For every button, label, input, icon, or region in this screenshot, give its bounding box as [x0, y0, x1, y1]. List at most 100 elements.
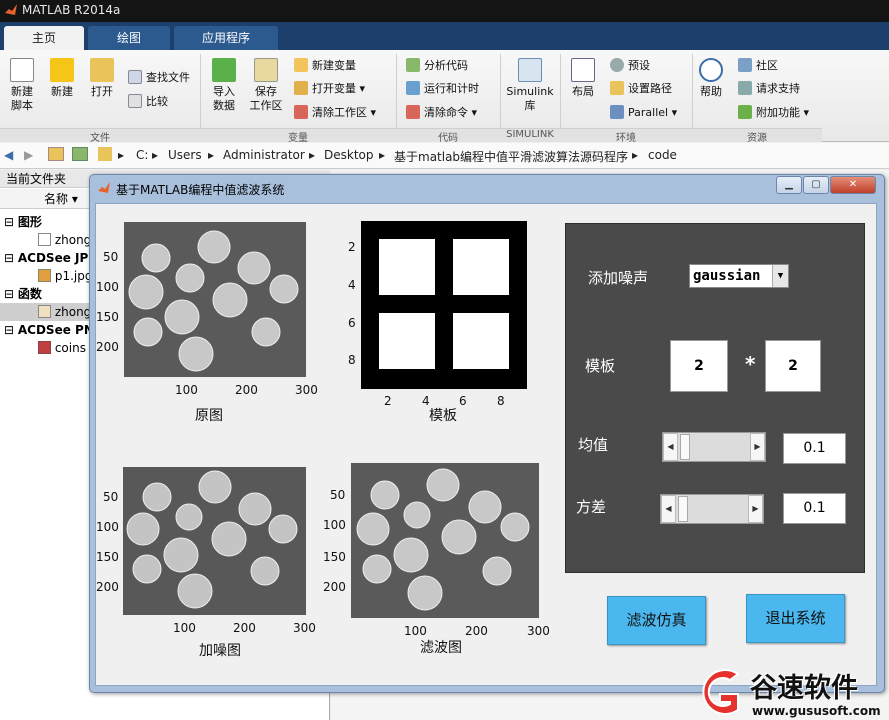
request-support-button[interactable]: 请求支持 [738, 80, 800, 98]
y-tick-label: 50 [103, 250, 119, 264]
exit-system-button[interactable]: 退出系统 [746, 594, 845, 643]
x-tick-label: 6 [459, 394, 467, 408]
noisy-coins-image [123, 467, 306, 615]
y-tick-label: 150 [96, 310, 119, 324]
save-workspace-button[interactable]: 保存 工作区 [246, 58, 286, 113]
run-and-time-icon [406, 81, 420, 95]
noise-type-dropdown[interactable]: gaussian ▼ [689, 264, 789, 288]
breadcrumb-item[interactable]: C: [136, 148, 148, 162]
tree-file[interactable]: zhong [38, 231, 91, 249]
app-title: MATLAB R2014a [22, 3, 121, 17]
folder-icon [98, 147, 112, 161]
template-rows-input[interactable]: 2 [670, 340, 728, 392]
tab-plots[interactable]: 绘图 [88, 26, 170, 50]
new-variable-icon [294, 58, 308, 72]
help-button[interactable]: 帮助 [696, 58, 726, 99]
request-support-icon [738, 81, 752, 95]
up-folder-icon[interactable] [48, 147, 64, 161]
new-button[interactable]: 新建 [46, 58, 78, 99]
minimize-button[interactable]: ▁ [776, 176, 802, 194]
preferences-button[interactable]: 预设 [610, 57, 650, 75]
back-arrow-icon[interactable]: ◀ [4, 148, 13, 162]
axes-caption: 加噪图 [199, 643, 241, 659]
axes-original-image [124, 222, 306, 377]
tree-group[interactable]: ⊟ ACDSee PN [4, 321, 94, 339]
tree-group[interactable]: ⊟ 图形 [4, 213, 42, 231]
slider-thumb[interactable] [680, 434, 690, 460]
mean-label: 均值 [578, 436, 609, 454]
filter-simulation-button[interactable]: 滤波仿真 [607, 596, 706, 645]
slider-left-arrow-icon[interactable]: ◀ [661, 495, 676, 523]
run-and-time-button[interactable]: 运行和计时 [406, 80, 479, 98]
section-resources: 资源 [692, 128, 822, 144]
clear-commands-icon [406, 105, 420, 119]
import-data-button[interactable]: 导入 数据 [206, 58, 242, 113]
breadcrumb-item[interactable]: code [648, 148, 677, 162]
simulink-library-button[interactable]: Simulink 库 [504, 58, 556, 113]
breadcrumb-item[interactable]: Desktop [324, 148, 374, 162]
section-environment: 环境 [560, 128, 692, 144]
tree-file[interactable]: p1.jpg [38, 267, 92, 285]
forward-arrow-icon[interactable]: ▶ [24, 148, 33, 162]
slider-left-arrow-icon[interactable]: ◀ [663, 433, 678, 461]
name-column-header[interactable]: 名称 ▾ [0, 189, 95, 209]
template-label: 模板 [585, 357, 616, 375]
import-icon [212, 58, 236, 82]
open-variable-icon [294, 81, 308, 95]
y-tick-label: 200 [96, 340, 119, 354]
jpg-file-icon [38, 269, 51, 282]
compare-icon [128, 94, 142, 108]
tree-file[interactable]: coins [38, 339, 86, 357]
tab-apps[interactable]: 应用程序 [174, 26, 278, 50]
coins-image [124, 222, 306, 377]
y-tick-label: 2 [348, 240, 356, 254]
template-cols-input[interactable]: 2 [765, 340, 821, 392]
layout-button[interactable]: 布局 [566, 58, 600, 99]
analyze-code-button[interactable]: 分析代码 [406, 57, 468, 75]
breadcrumb-separator: ▸ [118, 148, 125, 162]
x-tick-label: 100 [175, 383, 198, 397]
breadcrumb-item[interactable]: Administrator [223, 148, 305, 162]
compare-button[interactable]: 比较 [128, 93, 168, 111]
breadcrumb-item[interactable]: 基于matlab编程中值平滑滤波算法源码程序 [394, 148, 628, 165]
find-files-icon [128, 70, 142, 84]
clear-commands-button[interactable]: 清除命令 ▾ [406, 104, 477, 122]
addons-button[interactable]: 附加功能 ▾ [738, 104, 809, 122]
parallel-button[interactable]: Parallel ▾ [610, 104, 677, 122]
variance-value-input[interactable]: 0.1 [783, 493, 846, 524]
add-noise-label: 添加噪声 [588, 269, 649, 287]
section-variable: 变量 [200, 128, 396, 144]
folder-icon [90, 58, 114, 82]
breadcrumb-item[interactable]: Users [168, 148, 202, 162]
filtered-coins-image [351, 463, 539, 618]
new-script-button[interactable]: 新建 脚本 [4, 58, 40, 113]
tree-group[interactable]: ⊟ ACDSee JPI [4, 249, 93, 267]
new-script-icon [10, 58, 34, 82]
y-tick-label: 200 [96, 580, 119, 594]
slider-right-arrow-icon[interactable]: ▶ [750, 433, 765, 461]
maximize-button[interactable]: ▢ [803, 176, 829, 194]
tab-home[interactable]: 主页 [4, 26, 84, 50]
slider-thumb[interactable] [678, 496, 688, 522]
set-path-button[interactable]: 设置路径 [610, 80, 672, 98]
y-tick-label: 100 [96, 280, 119, 294]
open-variable-button[interactable]: 打开变量 ▾ [294, 80, 365, 98]
tree-file-selected[interactable]: zhong [0, 303, 91, 321]
gusu-logo-icon [702, 669, 740, 715]
clear-workspace-button[interactable]: 清除工作区 ▾ [294, 104, 376, 122]
analyze-code-icon [406, 58, 420, 72]
mean-value-input[interactable]: 0.1 [783, 433, 846, 464]
slider-right-arrow-icon[interactable]: ▶ [748, 495, 763, 523]
browse-folder-icon[interactable] [72, 147, 88, 161]
y-tick-label: 8 [348, 353, 356, 367]
tree-group[interactable]: ⊟ 函数 [4, 285, 42, 303]
variance-slider[interactable]: ◀ ▶ [660, 494, 764, 524]
y-tick-label: 150 [96, 550, 119, 564]
community-button[interactable]: 社区 [738, 57, 778, 75]
find-files-button[interactable]: 查找文件 [128, 69, 190, 87]
new-variable-button[interactable]: 新建变量 [294, 57, 356, 75]
open-button[interactable]: 打开 [86, 58, 118, 99]
mean-slider[interactable]: ◀ ▶ [662, 432, 766, 462]
close-button[interactable]: ✕ [830, 176, 876, 194]
function-file-icon [38, 305, 51, 318]
